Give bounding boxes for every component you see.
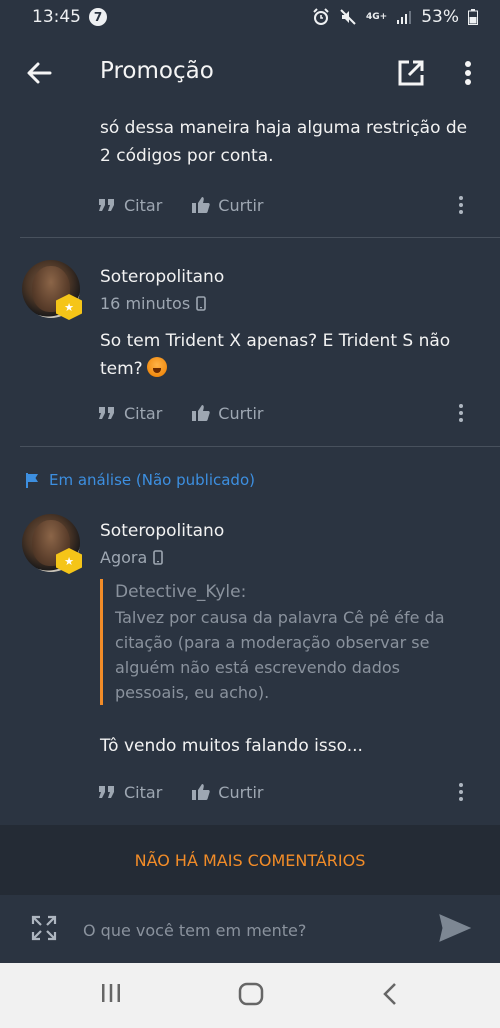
thumbs-up-icon [192, 784, 210, 800]
back-nav-icon[interactable] [380, 981, 400, 1007]
home-icon[interactable] [238, 981, 264, 1007]
comment-text-partial: só dessa maneira haja alguma restrição d… [100, 118, 468, 166]
app-bar: Promoção [0, 34, 500, 112]
expand-icon[interactable] [31, 915, 57, 941]
clock: 13:45 [32, 7, 81, 27]
signal-icon [397, 11, 412, 24]
more-vert-icon[interactable] [461, 60, 475, 86]
comment-actions: Citar Curtir [98, 779, 263, 805]
status-bar: 13:45 7 4G+ 53% [0, 0, 500, 34]
thumbs-up-icon [192, 197, 210, 213]
avatar[interactable]: ★ [22, 514, 82, 574]
comment-author[interactable]: Soteropolitano [100, 267, 224, 287]
like-button[interactable]: Curtir [192, 783, 263, 802]
quote-button[interactable]: Citar [98, 196, 162, 215]
comment-actions: Citar Curtir [98, 400, 263, 426]
no-more-comments: NÃO HÁ MAIS COMENTÁRIOS [0, 825, 500, 895]
mobile-device-icon [153, 550, 164, 565]
comment-more-icon[interactable] [453, 192, 469, 218]
quote-icon [99, 407, 114, 419]
divider [20, 237, 500, 238]
quote-button[interactable]: Citar [98, 404, 162, 423]
comment-text: Tô vendo muitos falando isso... [100, 736, 363, 756]
comment-text: So tem Trident X apenas? E Trident S não… [100, 331, 451, 379]
quote-icon [99, 786, 114, 798]
send-icon[interactable] [439, 914, 471, 942]
quoted-message: Detective_Kyle: Talvez por causa da pala… [100, 579, 470, 705]
notification-count-badge: 7 [89, 8, 107, 26]
open-external-icon[interactable] [397, 59, 425, 87]
quote-text: Talvez por causa da palavra Cê pê éfe da… [115, 608, 445, 702]
comment-time: Agora [100, 548, 164, 567]
comment-time: 16 minutos [100, 294, 206, 313]
like-button[interactable]: Curtir [192, 196, 263, 215]
recent-apps-icon[interactable] [99, 981, 123, 1005]
comment-more-icon[interactable] [453, 400, 469, 426]
thumbs-up-icon [192, 405, 210, 421]
back-arrow-icon[interactable] [24, 58, 54, 88]
emoji-icon [146, 357, 167, 377]
comments-list: só dessa maneira haja alguma restrição d… [0, 112, 500, 825]
battery-icon [468, 9, 478, 25]
comment-input[interactable] [83, 918, 403, 942]
review-status: Em análise (Não publicado) [26, 471, 255, 489]
divider [20, 446, 500, 447]
quote-author: Detective_Kyle: [115, 582, 247, 602]
battery-level: 53% [421, 7, 459, 27]
avatar[interactable]: ★ [22, 260, 82, 320]
flag-icon [26, 472, 38, 488]
mobile-device-icon [196, 296, 206, 311]
comment-actions: Citar Curtir [98, 192, 263, 218]
comment-more-icon[interactable] [453, 779, 469, 805]
page-title: Promoção [100, 58, 214, 84]
alarm-icon [313, 8, 329, 25]
quote-icon [99, 199, 114, 211]
mute-icon [340, 9, 356, 25]
network-type: 4G+ [366, 11, 388, 22]
comment-composer [0, 895, 500, 963]
system-nav-bar [0, 963, 500, 1028]
quote-button[interactable]: Citar [98, 783, 162, 802]
like-button[interactable]: Curtir [192, 404, 263, 423]
comment-author[interactable]: Soteropolitano [100, 521, 224, 541]
